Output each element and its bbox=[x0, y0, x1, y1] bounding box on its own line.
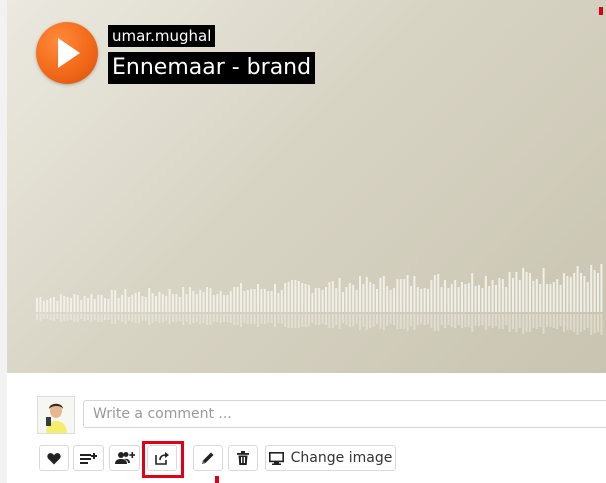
monitor-icon bbox=[268, 451, 284, 465]
add-to-playlist-button[interactable] bbox=[73, 445, 104, 471]
track-hero: umar.mughal Ennemaar - brand bbox=[7, 0, 606, 373]
pencil-icon bbox=[202, 452, 214, 464]
play-icon bbox=[58, 38, 80, 68]
edit-button[interactable] bbox=[193, 445, 223, 471]
left-sidebar-edge bbox=[0, 0, 7, 483]
track-title[interactable]: Ennemaar - brand bbox=[108, 52, 316, 84]
trash-icon bbox=[237, 451, 249, 465]
waveform[interactable] bbox=[36, 260, 606, 335]
like-button[interactable] bbox=[39, 445, 69, 471]
add-to-playlist-icon bbox=[79, 452, 97, 464]
uploader-link[interactable]: umar.mughal bbox=[108, 25, 216, 47]
share-button[interactable] bbox=[147, 445, 177, 471]
repost-button[interactable] bbox=[109, 445, 140, 471]
comment-input[interactable] bbox=[83, 400, 606, 428]
delete-button[interactable] bbox=[228, 445, 258, 471]
add-users-icon bbox=[114, 452, 135, 464]
user-avatar bbox=[37, 396, 75, 434]
comment-row bbox=[37, 396, 606, 434]
change-image-button[interactable]: Change image bbox=[265, 445, 396, 471]
heart-icon bbox=[47, 452, 61, 464]
share-icon bbox=[154, 452, 169, 465]
change-image-label: Change image bbox=[290, 450, 393, 466]
avatar-image bbox=[38, 397, 74, 433]
annotation-mark bbox=[599, 7, 603, 15]
annotation-mark bbox=[215, 476, 219, 483]
play-button[interactable] bbox=[36, 22, 98, 84]
